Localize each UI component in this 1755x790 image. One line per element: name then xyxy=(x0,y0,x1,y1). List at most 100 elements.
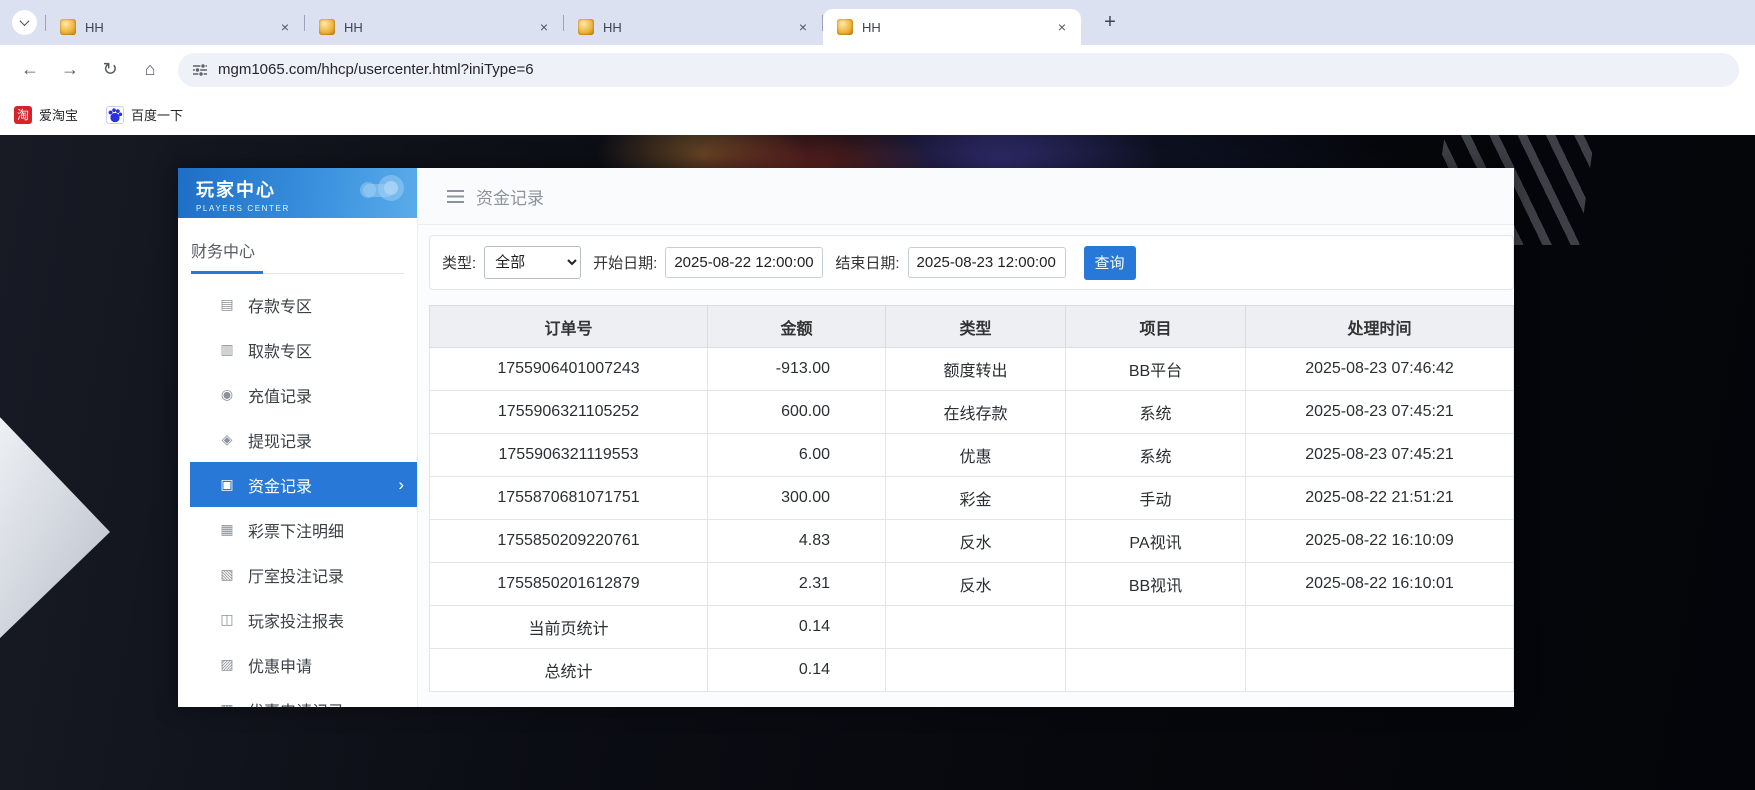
taobao-icon: 淘 xyxy=(14,106,32,124)
funds-records-icon: ▣ xyxy=(218,476,236,493)
cell-process-time xyxy=(1246,649,1514,692)
sidebar-item-promo-apply-records[interactable]: ▩ 优惠申请记录 xyxy=(178,687,417,707)
cell-type: 在线存款 xyxy=(886,391,1066,434)
table-row: 1755870681071751 300.00 彩金 手动 2025-08-22… xyxy=(430,477,1514,520)
sidebar-section-title: 财务中心 xyxy=(178,218,417,262)
site-favicon xyxy=(578,19,594,35)
sidebar-item-deposit-zone[interactable]: ▤ 存款专区 xyxy=(178,282,417,327)
cell-process-time: 2025-08-22 16:10:01 xyxy=(1246,563,1514,606)
sidebar-item-promo-apply[interactable]: ▨ 优惠申请 xyxy=(178,642,417,687)
url-bar[interactable]: mgm1065.com/hhcp/usercenter.html?iniType… xyxy=(178,53,1739,87)
player-center-card: 玩家中心 PLAYERS CENTER 财务中心 xyxy=(178,168,1514,707)
tab-close-icon[interactable]: × xyxy=(794,18,812,36)
page-header: 资金记录 xyxy=(418,168,1514,225)
bookmark-taobao[interactable]: 淘 爱淘宝 xyxy=(14,105,78,124)
sidebar-item-hall-bet-records[interactable]: ▧ 厅室投注记录 xyxy=(178,552,417,597)
cell-amount: 6.00 xyxy=(708,434,886,477)
search-button[interactable]: 查询 xyxy=(1084,246,1136,280)
sidebar-item-label: 玩家投注报表 xyxy=(248,608,344,632)
col-type: 类型 xyxy=(886,306,1066,348)
cell-order-id: 1755870681071751 xyxy=(430,477,708,520)
cell-type xyxy=(886,606,1066,649)
tab-close-icon[interactable]: × xyxy=(535,18,553,36)
baidu-paw-icon xyxy=(106,106,124,124)
cell-type: 反水 xyxy=(886,563,1066,606)
cell-project: BB视讯 xyxy=(1066,563,1246,606)
gamepad-icon xyxy=(351,172,409,218)
cell-order-id: 1755850209220761 xyxy=(430,520,708,563)
hamburger-menu-icon[interactable] xyxy=(447,190,464,203)
bookmark-baidu[interactable]: 百度一下 xyxy=(106,105,183,124)
new-tab-button[interactable]: + xyxy=(1097,10,1123,36)
table-row: 1755906321119553 6.00 优惠 系统 2025-08-23 0… xyxy=(430,434,1514,477)
cell-process-time: 2025-08-22 16:10:09 xyxy=(1246,520,1514,563)
bookmark-label: 爱淘宝 xyxy=(39,105,78,124)
type-select[interactable]: 全部 xyxy=(484,246,581,279)
site-settings-icon[interactable] xyxy=(192,62,208,78)
back-icon[interactable]: ← xyxy=(13,53,47,87)
cell-project: PA视讯 xyxy=(1066,520,1246,563)
sidebar-item-funds-records[interactable]: ▣ 资金记录 › xyxy=(190,462,417,507)
sidebar-item-label: 厅室投注记录 xyxy=(248,563,344,587)
cell-project xyxy=(1066,649,1246,692)
sidebar-item-label: 优惠申请记录 xyxy=(248,698,344,708)
sidebar-header: 玩家中心 PLAYERS CENTER xyxy=(178,168,417,218)
cell-process-time xyxy=(1246,606,1514,649)
sidebar-item-recharge-records[interactable]: ◉ 充值记录 xyxy=(178,372,417,417)
cell-amount: 0.14 xyxy=(708,606,886,649)
main-panel: 资金记录 类型: 全部 开始日期: 结束日期: 查询 订单号 xyxy=(417,168,1514,707)
cell-order-id: 1755906321105252 xyxy=(430,391,708,434)
recharge-records-icon: ◉ xyxy=(218,386,236,403)
player-bet-report-icon: ◫ xyxy=(218,611,236,628)
forward-icon[interactable]: → xyxy=(53,53,87,87)
type-label: 类型: xyxy=(442,252,476,273)
site-favicon xyxy=(837,19,853,35)
cell-order-id: 1755906321119553 xyxy=(430,434,708,477)
table-row-page-stats: 当前页统计 0.14 xyxy=(430,606,1514,649)
home-icon[interactable]: ⌂ xyxy=(133,53,167,87)
cell-project: 手动 xyxy=(1066,477,1246,520)
cell-order-id: 1755906401007243 xyxy=(430,348,708,391)
browser-tab-4-active[interactable]: HH × xyxy=(823,9,1081,45)
browser-tab-1[interactable]: HH × xyxy=(46,9,304,45)
page-title: 资金记录 xyxy=(476,184,544,209)
reload-icon[interactable]: ↻ xyxy=(93,53,127,87)
promo-apply-icon: ▨ xyxy=(218,656,236,673)
start-date-input[interactable] xyxy=(665,247,823,278)
sidebar-item-lottery-bet-details[interactable]: ▦ 彩票下注明细 xyxy=(178,507,417,552)
cell-type: 彩金 xyxy=(886,477,1066,520)
sidebar-item-withdrawal-records[interactable]: ◈ 提现记录 xyxy=(178,417,417,462)
sidebar-item-label: 提现记录 xyxy=(248,428,312,452)
cell-project: 系统 xyxy=(1066,434,1246,477)
cell-type: 反水 xyxy=(886,520,1066,563)
chevron-right-icon: › xyxy=(398,475,404,495)
site-favicon xyxy=(60,19,76,35)
cell-process-time: 2025-08-23 07:46:42 xyxy=(1246,348,1514,391)
cell-order-id: 1755850201612879 xyxy=(430,563,708,606)
cell-amount: 4.83 xyxy=(708,520,886,563)
end-date-input[interactable] xyxy=(908,247,1066,278)
table-row: 1755850209220761 4.83 反水 PA视讯 2025-08-22… xyxy=(430,520,1514,563)
browser-tab-3[interactable]: HH × xyxy=(564,9,822,45)
cell-amount: 300.00 xyxy=(708,477,886,520)
sidebar-item-player-bet-report[interactable]: ◫ 玩家投注报表 xyxy=(178,597,417,642)
col-project: 项目 xyxy=(1066,306,1246,348)
sidebar-item-label: 充值记录 xyxy=(248,383,312,407)
sidebar-item-label: 存款专区 xyxy=(248,293,312,317)
tab-strip: HH × HH × HH × HH × + xyxy=(0,0,1755,45)
tab-search-button[interactable] xyxy=(12,10,37,35)
tab-title: HH xyxy=(85,20,276,35)
url-text: mgm1065.com/hhcp/usercenter.html?iniType… xyxy=(218,61,534,78)
sidebar-item-withdraw-zone[interactable]: ▥ 取款专区 xyxy=(178,327,417,372)
chevron-down-icon xyxy=(20,16,30,26)
lottery-bet-details-icon: ▦ xyxy=(218,521,236,538)
tab-title: HH xyxy=(862,20,1053,35)
cell-process-time: 2025-08-23 07:45:21 xyxy=(1246,434,1514,477)
browser-tab-2[interactable]: HH × xyxy=(305,9,563,45)
cell-project: BB平台 xyxy=(1066,348,1246,391)
tab-close-icon[interactable]: × xyxy=(1053,18,1071,36)
tab-close-icon[interactable]: × xyxy=(276,18,294,36)
withdrawal-records-icon: ◈ xyxy=(218,431,236,448)
end-date-label: 结束日期: xyxy=(835,252,899,273)
cell-project xyxy=(1066,606,1246,649)
